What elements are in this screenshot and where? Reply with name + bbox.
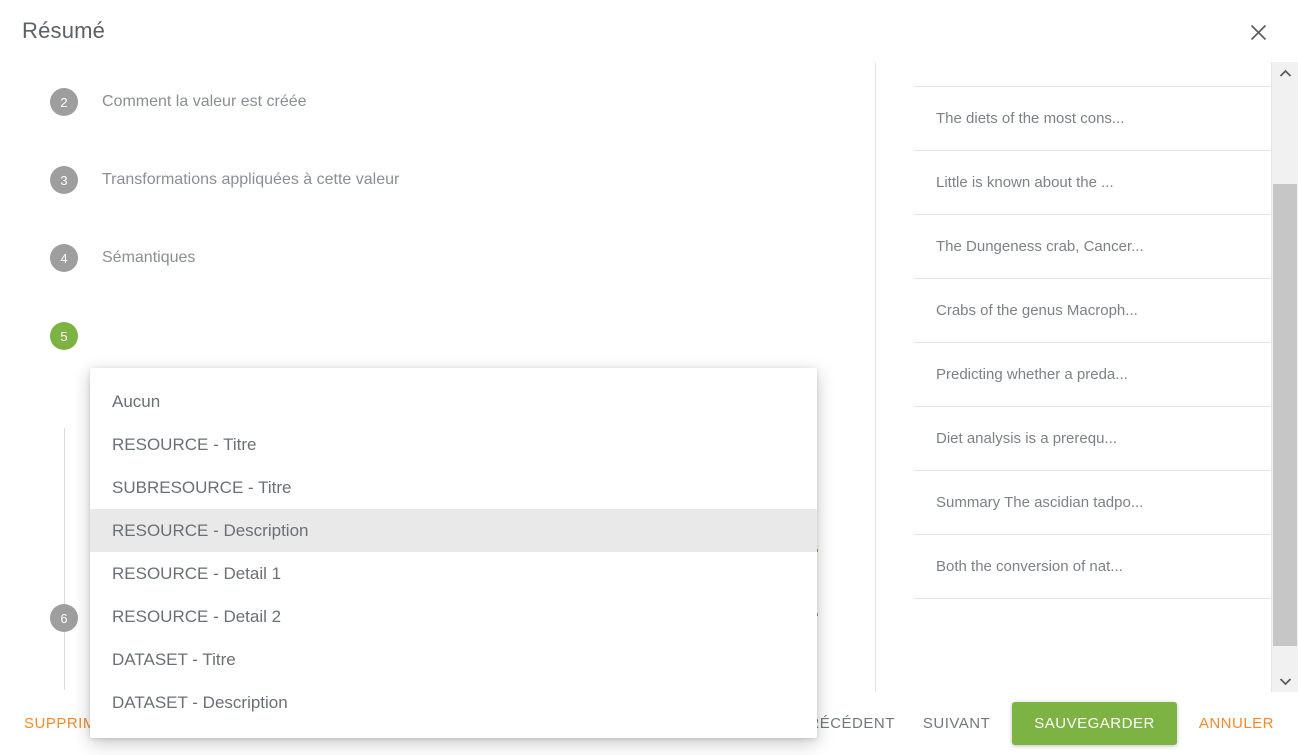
footer-right-actions: PRÉCÉDENT SUIVANT SAUVEGARDER ANNULER (784, 702, 1298, 745)
menu-item-dataset-description[interactable]: DATASET - Description (90, 681, 817, 724)
step-spacer (0, 122, 875, 160)
step-label: Transformations appliquées à cette valeu… (102, 171, 400, 188)
menu-item-resource-detail-1[interactable]: RESOURCE - Detail 1 (90, 552, 817, 595)
menu-item-dataset-titre[interactable]: DATASET - Titre (90, 638, 817, 681)
menu-item-resource-description[interactable]: RESOURCE - Description (90, 509, 817, 552)
dialog-body: 2 Comment la valeur est créée 3 Transfor… (0, 62, 1298, 738)
step-badge: 4 (50, 244, 78, 272)
stepper-step-4[interactable]: 4 Sémantiques (50, 238, 875, 278)
cancel-button[interactable]: ANNULER (1185, 705, 1288, 742)
next-button[interactable]: SUIVANT (909, 705, 1004, 742)
semantics-select-menu[interactable]: Aucun RESOURCE - Titre SUBRESOURCE - Tit… (90, 368, 817, 738)
page-title: Résumé (22, 18, 106, 43)
stepper-step-3[interactable]: 3 Transformations appliquées à cette val… (50, 160, 875, 200)
list-item[interactable]: The Dungeness crab, Cancer... (914, 215, 1270, 279)
step-label: Sémantiques (102, 249, 196, 266)
preview-pane: The diets of the most cons... Little is … (876, 62, 1298, 692)
save-button[interactable]: SAUVEGARDER (1012, 702, 1177, 745)
chevron-down-icon[interactable] (1272, 670, 1298, 692)
scrollbar-thumb[interactable] (1273, 184, 1297, 646)
step-label: Comment la valeur est créée (102, 93, 307, 110)
chevron-up-icon[interactable] (1272, 62, 1298, 84)
menu-item-subresource-titre[interactable]: SUBRESOURCE - Titre (90, 466, 817, 509)
step-badge: 2 (50, 88, 78, 116)
list-item[interactable]: Summary The ascidian tadpo... (914, 471, 1270, 535)
step-spacer (0, 278, 875, 316)
dialog-header: Résumé (0, 0, 1298, 62)
list-item[interactable]: Little is known about the ... (914, 151, 1270, 215)
vertical-scrollbar[interactable] (1271, 62, 1298, 692)
stepper-step-2[interactable]: 2 Comment la valeur est créée (50, 82, 875, 122)
stepper-connector-line (64, 428, 65, 690)
list-item[interactable]: Predicting whether a preda... (914, 343, 1270, 407)
menu-item-resource-detail-2[interactable]: RESOURCE - Detail 2 (90, 595, 817, 638)
list-item[interactable]: Both the conversion of nat... (914, 535, 1270, 599)
step-badge: 3 (50, 166, 78, 194)
close-icon[interactable] (1244, 18, 1272, 46)
scrollbar-track[interactable] (1272, 84, 1298, 670)
menu-item-resource-titre[interactable]: RESOURCE - Titre (90, 423, 817, 466)
list-item[interactable]: Crabs of the genus Macroph... (914, 279, 1270, 343)
list-item[interactable]: Diet analysis is a prerequ... (914, 407, 1270, 471)
preview-list: The diets of the most cons... Little is … (914, 86, 1270, 599)
stepper-step-5[interactable]: 5 (50, 316, 875, 356)
list-item[interactable]: The diets of the most cons... (914, 87, 1270, 151)
step-badge: 6 (50, 604, 78, 632)
step-spacer (0, 200, 875, 238)
step-badge: 5 (50, 322, 78, 350)
summary-dialog: Résumé 2 Comment la valeur est créée 3 T… (0, 0, 1298, 755)
menu-item-aucun[interactable]: Aucun (90, 380, 817, 423)
